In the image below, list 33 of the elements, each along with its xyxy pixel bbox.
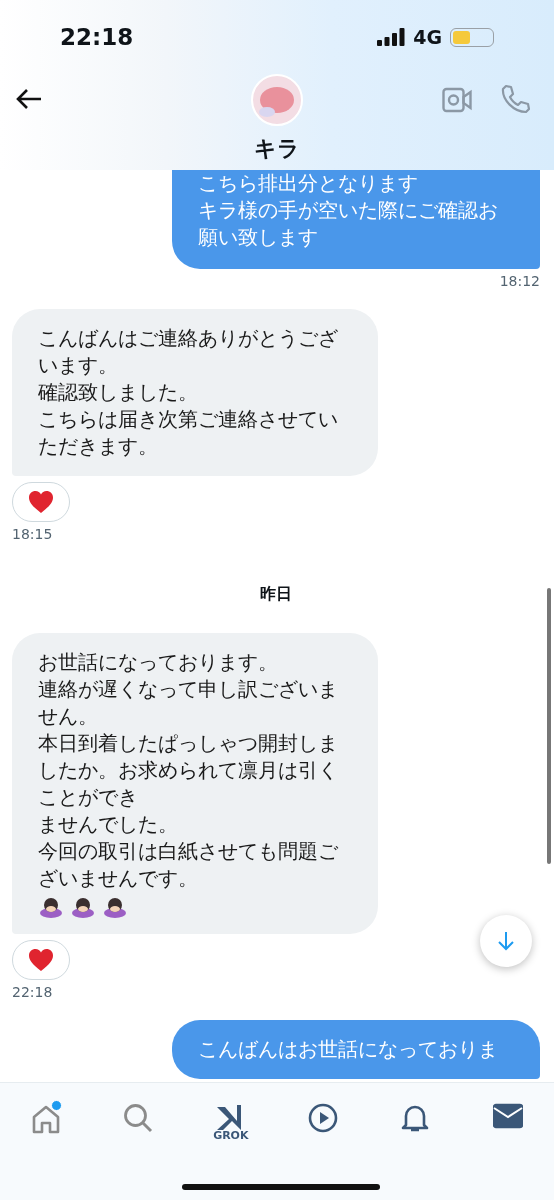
message-text: キラ様の手が空いた際にご確認お願い致します xyxy=(198,197,499,251)
reaction-pill[interactable] xyxy=(12,482,70,522)
message-text: ませんでした。 xyxy=(38,811,178,838)
message-bubble[interactable]: こんばんはご連絡ありがとうございます。 確認致しました。 こちらは届き次第ご連絡させていただきます。 xyxy=(12,309,378,476)
tab[interactable]: GROK xyxy=(200,1103,261,1163)
message-text: お世話になっております。 xyxy=(38,649,278,676)
message-bubble[interactable]: お世話になっております。 連絡が遅くなって申し訳ございません。 本日到着したぱっしゃつ開封しましたか。お求められて凛月は引くことができ ませんでした。 今回の取引は白紙させても問題ございませんです。 xyxy=(12,633,378,934)
message-text: 本日到着したぱっしゃつ開封しましたか。お求められて凛月は引くことができ xyxy=(38,730,339,811)
network-label: 4G xyxy=(413,26,442,48)
video-call-icon[interactable] xyxy=(442,87,472,113)
phone-icon[interactable] xyxy=(500,84,530,114)
back-arrow-icon[interactable] xyxy=(16,88,42,110)
message-text: こんばんはお世話になっておりま xyxy=(198,1036,498,1063)
arrow-down-icon xyxy=(497,931,515,951)
scroll-down-button[interactable] xyxy=(480,915,532,967)
contact-name: キラ xyxy=(254,135,300,163)
message-time: 18:15 xyxy=(12,526,53,542)
message-text: 今回の取引は白紙させても問題ございませんです。 xyxy=(38,838,339,892)
message-text: 確認致しました。 xyxy=(38,379,198,406)
signal-icon xyxy=(377,28,406,46)
message-time: 18:12 xyxy=(499,273,540,289)
status-time: 22:18 xyxy=(60,24,134,50)
tab-label: GROK xyxy=(213,1129,249,1142)
message-time: 22:18 xyxy=(12,984,53,1000)
message-text: こんばんはご連絡ありがとうございます。 xyxy=(38,325,339,379)
battery-icon xyxy=(450,27,494,47)
message-text: こちら排出分となります xyxy=(198,170,418,197)
reaction-pill[interactable] xyxy=(12,940,70,980)
message-text: 連絡が遅くなって申し訳ございません。 xyxy=(38,676,339,730)
heart-icon xyxy=(28,490,54,514)
message-text: こちらは届き次第ご連絡させていただきます。 xyxy=(38,406,339,460)
heart-icon xyxy=(28,948,54,972)
date-separator: 昨日 xyxy=(259,584,293,605)
